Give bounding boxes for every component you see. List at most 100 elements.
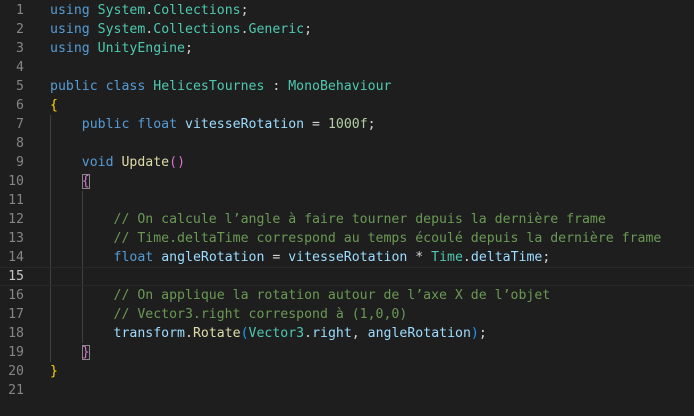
line-number: 10: [8, 174, 24, 189]
code-token: }: [50, 364, 58, 379]
line-code: }: [50, 343, 90, 362]
line-number: 21: [8, 383, 24, 398]
code-line[interactable]: 1 using System.Collections;: [0, 1, 694, 20]
code-token: System: [97, 22, 146, 37]
code-token: .: [462, 250, 471, 265]
code-line[interactable]: 10 {: [0, 172, 694, 191]
code-token: System: [97, 3, 146, 18]
line-code: using System.Collections;: [50, 1, 249, 20]
code-token: Generic: [248, 22, 305, 37]
code-token: using: [50, 22, 90, 37]
code-token: public: [50, 79, 98, 94]
line-code: {: [50, 172, 90, 191]
code-token: Collections: [153, 3, 241, 18]
code-token: ;: [478, 326, 487, 341]
code-token: float: [113, 250, 154, 265]
code-line[interactable]: 11: [0, 191, 694, 210]
code-token: .: [185, 326, 193, 341]
code-token: void: [81, 155, 114, 170]
code-line[interactable]: 12 // On calcule l’angle à faire tourner…: [0, 210, 694, 229]
code-token: (: [240, 326, 249, 341]
line-number: 14: [8, 250, 24, 265]
code-token: .: [240, 22, 249, 37]
code-line[interactable]: 21: [0, 381, 694, 400]
code-token: (): [169, 155, 186, 170]
code-token: MonoBehaviour: [288, 79, 392, 94]
code-line[interactable]: 9 void Update(): [0, 153, 694, 172]
code-line[interactable]: 14 float angleRotation = vitesseRotation…: [0, 248, 694, 267]
code-line[interactable]: 6{: [0, 96, 694, 115]
line-code: float angleRotation = vitesseRotation * …: [50, 248, 551, 267]
code-token: Collections: [153, 22, 241, 37]
code-line[interactable]: 16 // On applique la rotation autour de …: [0, 286, 694, 305]
code-editor[interactable]: 1 using System.Collections; 2 using System.…: [0, 0, 694, 416]
code-token: *: [407, 250, 432, 265]
line-number: 2: [16, 22, 24, 37]
line-code: void Update(): [50, 153, 185, 172]
code-line[interactable]: 15: [0, 267, 694, 286]
code-token: public: [81, 117, 130, 132]
code-token: {: [81, 174, 90, 189]
code-line[interactable]: 13 // Time.deltaTime correspond au temps…: [0, 229, 694, 248]
code-line[interactable]: 3 using UnityEngine;: [0, 39, 694, 58]
code-token: UnityEngine: [97, 41, 185, 56]
code-token: class: [105, 79, 146, 94]
line-number: 11: [8, 193, 24, 208]
code-token: transform: [113, 326, 185, 341]
line-code: // Time.deltaTime correspond au temps éc…: [50, 229, 662, 248]
line-code: public float vitesseRotation = 1000f;: [50, 115, 376, 134]
line-number: 6: [16, 98, 24, 113]
line-number: 9: [16, 155, 24, 170]
line-number: 19: [8, 345, 24, 360]
code-token: =: [304, 117, 328, 132]
code-line[interactable]: 5 public class HelicesTournes : MonoBehav…: [0, 77, 694, 96]
line-code: transform.Rotate(Vector3.right, angleRot…: [50, 324, 487, 343]
code-token: 1000f: [327, 117, 368, 132]
line-code: // Vector3.right correspond à (1,0,0): [50, 305, 408, 324]
code-line[interactable]: 4: [0, 58, 694, 77]
code-line[interactable]: 19 }: [0, 343, 694, 362]
code-line[interactable]: 20}: [0, 362, 694, 381]
code-line[interactable]: 8: [0, 134, 694, 153]
line-number: 13: [8, 231, 24, 246]
code-line[interactable]: 7 public float vitesseRotation = 1000f;: [0, 115, 694, 134]
line-code: {: [50, 96, 58, 115]
code-line[interactable]: 2 using System.Collections.Generic;: [0, 20, 694, 39]
code-token: {: [50, 98, 58, 113]
line-number: 12: [8, 212, 24, 227]
line-number: 1: [16, 3, 24, 18]
code-line[interactable]: 17 // Vector3.right correspond à (1,0,0): [0, 305, 694, 324]
code-token: // On calcule l’angle à faire tourner de…: [113, 212, 606, 227]
line-number: 17: [8, 307, 24, 322]
line-code: }: [50, 362, 58, 381]
line-code: using System.Collections.Generic;: [50, 20, 312, 39]
code-token: using: [50, 41, 90, 56]
code-token: Update: [121, 155, 170, 170]
line-code: // On calcule l’angle à faire tourner de…: [50, 210, 606, 229]
line-number: 15: [8, 269, 24, 284]
code-token: :: [264, 79, 289, 94]
code-token: right: [312, 326, 352, 341]
code-token: vitesseRotation: [185, 117, 305, 132]
line-code: using UnityEngine;: [50, 39, 193, 58]
code-token: ;: [240, 3, 249, 18]
line-number: 5: [16, 79, 24, 94]
code-token: ): [470, 326, 479, 341]
line-number: 16: [8, 288, 24, 303]
code-token: // On applique la rotation autour de l’a…: [113, 288, 551, 303]
line-code: // On applique la rotation autour de l’a…: [50, 286, 551, 305]
code-token: angleRotation: [161, 250, 265, 265]
code-line[interactable]: 18 transform.Rotate(Vector3.right, angle…: [0, 324, 694, 343]
